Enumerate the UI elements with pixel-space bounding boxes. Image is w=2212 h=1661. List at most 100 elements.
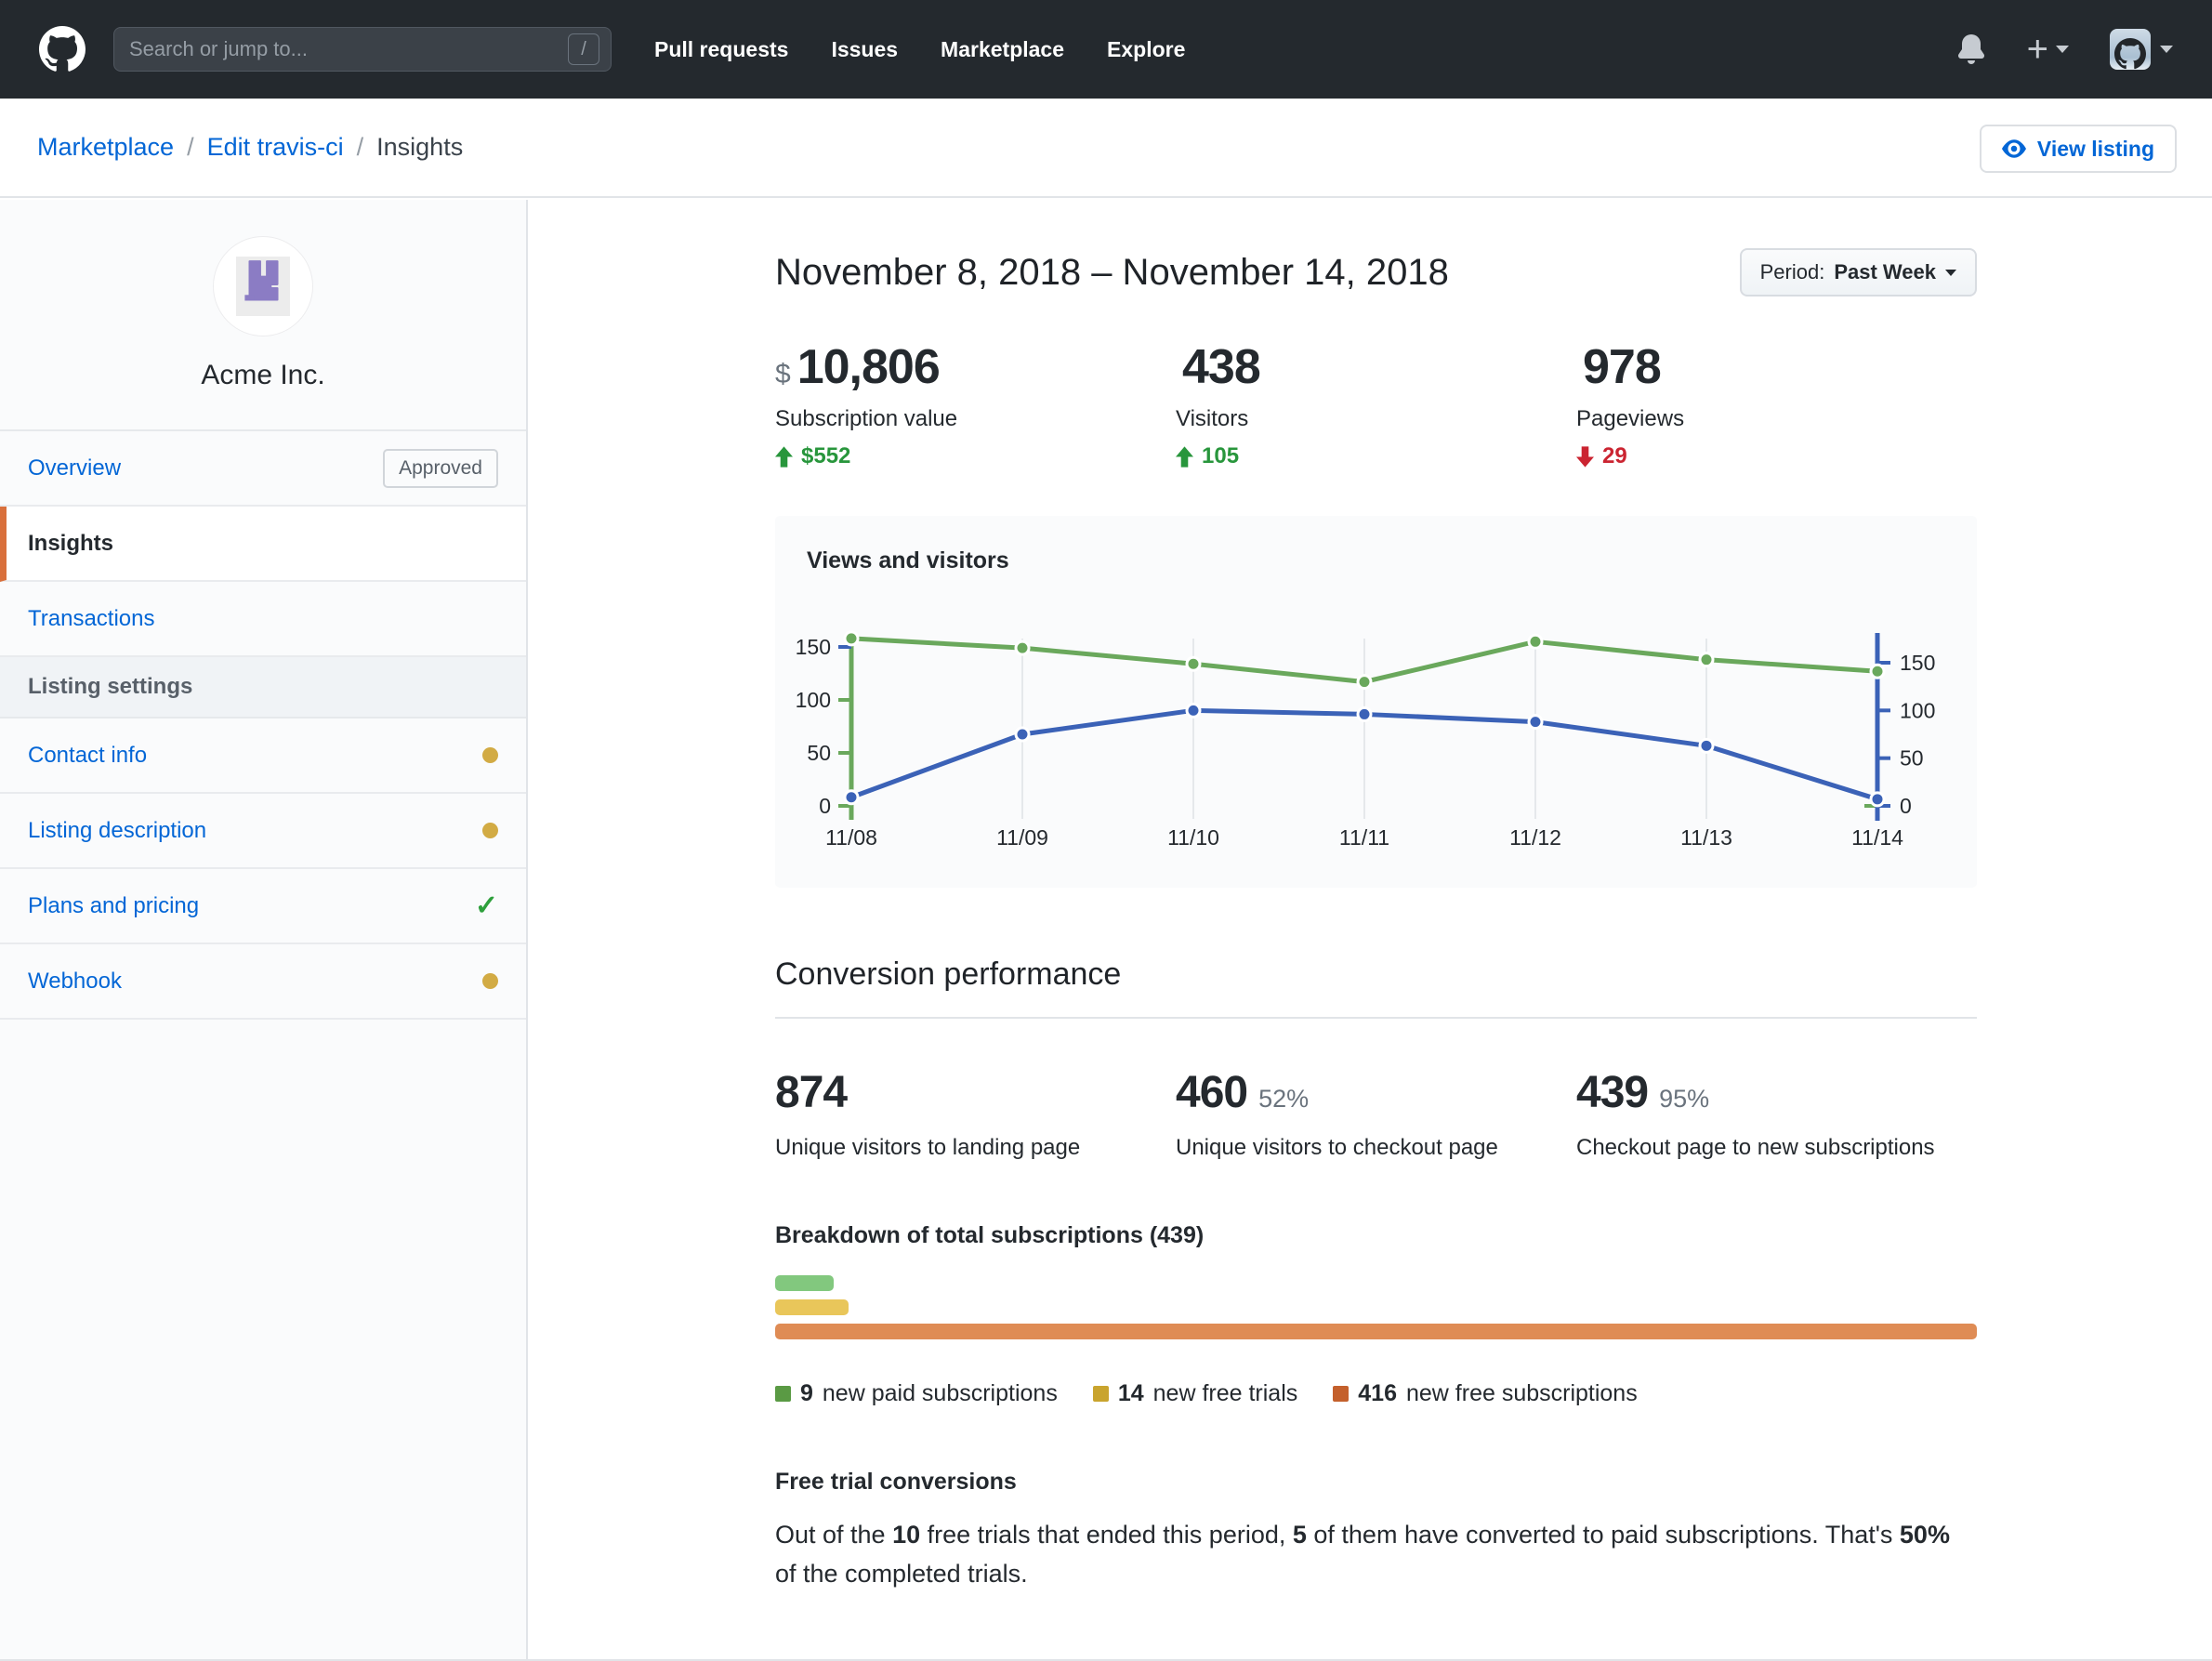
plans-and-pricing-link[interactable]: Plans and pricing [28, 893, 199, 919]
plans-and-pricing-status-icon: ✓ [474, 890, 498, 921]
svg-text:11/14: 11/14 [1851, 825, 1903, 850]
overview-link[interactable]: Overview [28, 455, 121, 481]
contact-info-status-icon [482, 747, 498, 763]
breadcrumb: Marketplace / Edit travis-ci / Insights [37, 133, 463, 162]
currency-prefix: $ [775, 359, 791, 389]
breakdown-legend: 9 new paid subscriptions 14 new free tri… [775, 1380, 1977, 1407]
stat-delta-value: $552 [801, 443, 851, 468]
legend-count: 14 [1117, 1380, 1144, 1406]
stat-delta: 105 [1176, 443, 1576, 469]
svg-text:50: 50 [807, 741, 831, 765]
sidebar-item-transactions[interactable]: Transactions [0, 582, 526, 657]
sidebar-item-webhook[interactable]: Webhook [0, 944, 526, 1020]
plus-icon: + [2026, 29, 2048, 70]
stat-value: 438 [1182, 340, 1261, 394]
notifications-bell-icon[interactable] [1956, 33, 1986, 65]
svg-text:100: 100 [796, 688, 831, 712]
insights-label: Insights [28, 530, 114, 556]
legend-swatch-orange [1333, 1386, 1350, 1402]
github-logo-icon[interactable] [39, 26, 86, 73]
sidebar-item-contact-info[interactable]: Contact info [0, 718, 526, 794]
conv-percent: 52% [1258, 1085, 1310, 1113]
breadcrumb-edit-listing[interactable]: Edit travis-ci [207, 133, 344, 162]
approved-badge: Approved [383, 448, 498, 488]
sidebar-menu: Overview Approved Insights Transactions … [0, 429, 526, 1020]
listing-sidebar: Acme Inc. Overview Approved Insights Tra… [0, 200, 528, 1659]
stat-label: Subscription value [775, 406, 958, 431]
svg-text:11/09: 11/09 [996, 825, 1048, 850]
listing-description-status-icon [482, 823, 498, 838]
section-divider [775, 1017, 1977, 1019]
conv-label: Checkout page to new subscriptions [1576, 1135, 1935, 1160]
breakdown-heading: Breakdown of total subscriptions (439) [775, 1222, 1205, 1248]
legend-text: new paid subscriptions [822, 1380, 1058, 1406]
nav-issues[interactable]: Issues [831, 37, 898, 62]
title-row: November 8, 2018 – November 14, 2018 Per… [775, 248, 1977, 297]
chevron-down-icon [2160, 46, 2173, 53]
period-dropdown[interactable]: Period: Past Week [1739, 248, 1977, 297]
sidebar-item-plans-and-pricing[interactable]: Plans and pricing ✓ [0, 869, 526, 944]
travis-ci-logo-icon [236, 257, 290, 316]
transactions-link[interactable]: Transactions [28, 606, 155, 632]
svg-text:11/13: 11/13 [1680, 825, 1732, 850]
period-label: Period: [1759, 260, 1825, 283]
nav-pull-requests[interactable]: Pull requests [654, 37, 788, 62]
stat-visitors: 438 Visitors 105 [1176, 339, 1576, 469]
sidebar-item-listing-description[interactable]: Listing description [0, 794, 526, 869]
svg-text:100: 100 [1900, 698, 1935, 722]
arrow-up-icon [775, 445, 793, 468]
breakdown-bars [775, 1275, 1977, 1339]
breadcrumb-bar: Marketplace / Edit travis-ci / Insights … [0, 99, 2212, 198]
global-search[interactable]: / [113, 27, 612, 72]
listing-description-link[interactable]: Listing description [28, 818, 206, 844]
breadcrumb-marketplace[interactable]: Marketplace [37, 133, 174, 162]
nav-explore[interactable]: Explore [1107, 37, 1185, 62]
conv-label: Unique visitors to landing page [775, 1135, 1081, 1160]
free-trial-text: Out of the 10 free trials that ended thi… [775, 1521, 1950, 1588]
bar-free-trials [775, 1299, 849, 1315]
svg-text:0: 0 [1900, 794, 1912, 818]
contact-info-link[interactable]: Contact info [28, 743, 147, 769]
period-value: Past Week [1834, 260, 1936, 283]
stat-label: Visitors [1176, 406, 1249, 431]
org-name: Acme Inc. [201, 360, 325, 390]
page-title: November 8, 2018 – November 14, 2018 [775, 251, 1449, 293]
stat-value: 10,806 [797, 340, 941, 394]
avatar [2110, 29, 2151, 70]
listing-settings-heading: Listing settings [0, 657, 526, 718]
search-input[interactable] [129, 37, 568, 61]
org-card: Acme Inc. [0, 200, 526, 429]
conversion-stats: 874 Unique visitors to landing page 460 … [775, 1067, 1977, 1161]
primary-nav: Pull requests Issues Marketplace Explore [654, 37, 1185, 62]
svg-text:11/08: 11/08 [825, 825, 877, 850]
bar-free-subscriptions [775, 1324, 1977, 1339]
legend-text: new free subscriptions [1405, 1380, 1638, 1406]
legend-free-trials: 14 new free trials [1092, 1380, 1298, 1407]
user-menu[interactable] [2110, 29, 2173, 70]
conv-landing-page: 874 Unique visitors to landing page [775, 1067, 1176, 1161]
arrow-up-icon [1176, 445, 1193, 468]
legend-count: 416 [1358, 1380, 1397, 1406]
conv-value: 874 [775, 1068, 848, 1117]
nav-marketplace[interactable]: Marketplace [941, 37, 1064, 62]
conv-percent: 95% [1659, 1085, 1710, 1113]
legend-count: 9 [800, 1380, 813, 1406]
create-new-menu[interactable]: + [2027, 31, 2069, 68]
eye-icon [2001, 139, 2026, 158]
conv-checkout-page: 460 52% Unique visitors to checkout page [1176, 1067, 1576, 1161]
conv-label: Unique visitors to checkout page [1176, 1135, 1498, 1160]
sidebar-item-overview[interactable]: Overview Approved [0, 431, 526, 507]
conversion-performance-heading: Conversion performance [775, 956, 1122, 992]
free-trial-heading: Free trial conversions [775, 1469, 1017, 1495]
views-visitors-line-chart: 0 50 100 150 0 50 100 150 11/08 11/09 11/10 11/11 11… [796, 630, 1935, 850]
sidebar-item-insights[interactable]: Insights [0, 507, 526, 582]
chevron-down-icon [1945, 269, 1956, 276]
bar-paid-subscriptions [775, 1275, 835, 1291]
stat-delta: 29 [1576, 443, 1977, 469]
webhook-link[interactable]: Webhook [28, 969, 122, 995]
breadcrumb-current: Insights [376, 133, 464, 161]
legend-text: new free trials [1152, 1380, 1298, 1406]
webhook-status-icon [482, 973, 498, 989]
view-listing-button[interactable]: View listing [1979, 125, 2177, 173]
top-nav-right: + [1956, 29, 2173, 70]
